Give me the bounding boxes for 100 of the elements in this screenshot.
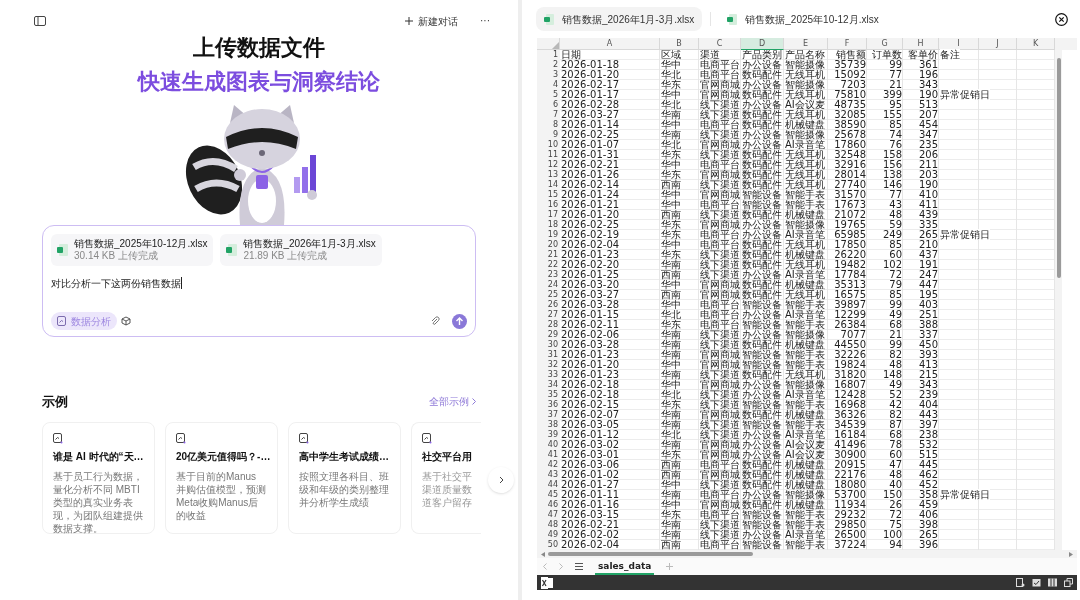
previous-sheet-icon[interactable] <box>543 563 547 570</box>
row-number[interactable]: 8 <box>537 120 560 130</box>
send-button[interactable] <box>452 313 467 329</box>
row-number[interactable]: 30 <box>537 340 560 350</box>
document-icon[interactable] <box>1016 578 1025 587</box>
row-number[interactable]: 9 <box>537 130 560 140</box>
table-cell: 无线耳机 <box>785 110 825 120</box>
column-header[interactable]: H <box>903 38 939 50</box>
table-cell: 无线耳机 <box>785 260 825 270</box>
row-number[interactable]: 48 <box>537 520 560 530</box>
row-number[interactable]: 37 <box>537 410 560 420</box>
row-number[interactable]: 18 <box>537 220 560 230</box>
row-number[interactable]: 40 <box>537 440 560 450</box>
row-number[interactable]: 32 <box>537 360 560 370</box>
column-header[interactable]: G <box>867 38 903 50</box>
clipboard-check-icon[interactable] <box>1032 578 1041 587</box>
close-icon[interactable] <box>1055 12 1068 26</box>
row-number[interactable]: 1 <box>537 50 560 60</box>
row-number[interactable]: 14 <box>537 180 560 190</box>
row-number[interactable]: 19 <box>537 230 560 240</box>
new-chat-button[interactable]: 新建对话 <box>405 13 458 29</box>
row-number[interactable]: 7 <box>537 110 560 120</box>
row-number[interactable]: 25 <box>537 290 560 300</box>
row-number[interactable]: 34 <box>537 380 560 390</box>
column-header[interactable]: E <box>784 38 828 50</box>
example-card[interactable]: 谁是 AI 时代的“天… 基于员工行为数据，量化分析不同 MBTI 类型的真实业务表现，为团队组建提供数据支撑。 <box>42 421 155 534</box>
column-header[interactable]: B <box>660 38 699 50</box>
row-number[interactable]: 43 <box>537 470 560 480</box>
row-number[interactable]: 22 <box>537 260 560 270</box>
row-number[interactable]: 47 <box>537 510 560 520</box>
file-chip[interactable]: 销售数据_2026年1月-3月.xlsx 21.89 KB 上传完成 <box>220 234 382 266</box>
row-number[interactable]: 11 <box>537 150 560 160</box>
example-card[interactable]: 20亿美元值得吗？-… 基于目前的Manus 并购估值模型，预测Meta收购Manus后的收益 <box>165 421 278 534</box>
columns-icon[interactable] <box>1048 578 1057 587</box>
menu-icon[interactable] <box>575 563 583 570</box>
row-number[interactable]: 4 <box>537 80 560 90</box>
table-cell: AI录音笔 <box>785 430 825 440</box>
paperclip-icon[interactable] <box>430 316 440 326</box>
row-number[interactable]: 27 <box>537 310 560 320</box>
row-number[interactable]: 50 <box>537 540 560 550</box>
row-number[interactable]: 33 <box>537 370 560 380</box>
row-number[interactable]: 6 <box>537 100 560 110</box>
row-number[interactable]: 10 <box>537 140 560 150</box>
file-tab[interactable]: 销售数据_2026年1月-3月.xlsx <box>536 7 703 31</box>
row-number[interactable]: 2 <box>537 60 560 70</box>
column-header[interactable]: A <box>560 38 660 50</box>
table-cell: 2026-02-21 <box>561 520 620 530</box>
table-cell: 官网商城 <box>700 280 740 290</box>
restore-window-icon[interactable] <box>1064 578 1073 587</box>
table-cell: 398 <box>918 520 938 530</box>
row-number[interactable]: 49 <box>537 530 560 540</box>
row-number[interactable]: 15 <box>537 190 560 200</box>
column-header[interactable]: D <box>741 38 784 50</box>
row-number[interactable]: 16 <box>537 200 560 210</box>
table-cell: 60 <box>889 450 902 460</box>
row-number[interactable]: 36 <box>537 400 560 410</box>
table-cell: 无线耳机 <box>785 70 825 80</box>
row-number[interactable]: 42 <box>537 460 560 470</box>
next-sheet-icon[interactable] <box>559 563 563 570</box>
table-cell: 华南 <box>661 130 681 140</box>
row-number[interactable]: 20 <box>537 240 560 250</box>
table-cell: 7077 <box>840 330 866 340</box>
scroll-left-icon[interactable] <box>541 551 545 557</box>
horizontal-scrollbar[interactable] <box>548 552 753 556</box>
row-number[interactable]: 13 <box>537 170 560 180</box>
row-number[interactable]: 17 <box>537 210 560 220</box>
row-number[interactable]: 26 <box>537 300 560 310</box>
row-number[interactable]: 38 <box>537 420 560 430</box>
column-header[interactable]: F <box>828 38 867 50</box>
table-cell: AI录音笔 <box>785 310 825 320</box>
add-sheet-icon[interactable] <box>666 563 674 570</box>
row-number[interactable]: 31 <box>537 350 560 360</box>
row-number[interactable]: 21 <box>537 250 560 260</box>
row-number[interactable]: 35 <box>537 390 560 400</box>
row-number[interactable]: 12 <box>537 160 560 170</box>
row-number[interactable]: 41 <box>537 450 560 460</box>
file-chip[interactable]: 销售数据_2025年10-12月.xlsx 30.14 KB 上传完成 <box>51 234 214 266</box>
row-number[interactable]: 39 <box>537 430 560 440</box>
row-number[interactable]: 46 <box>537 500 560 510</box>
example-card[interactable]: 高中学生考试成绩… 按照文理各科目、班级和年级的类别整理并分析学生成绩 <box>288 421 401 534</box>
row-number[interactable]: 29 <box>537 330 560 340</box>
all-examples-link[interactable]: 全部示例 <box>429 394 476 410</box>
row-number[interactable]: 44 <box>537 480 560 490</box>
row-number[interactable]: 3 <box>537 70 560 80</box>
row-number[interactable]: 24 <box>537 280 560 290</box>
table-cell: 华中 <box>661 280 681 290</box>
spreadsheet-file-icon <box>544 13 554 25</box>
file-name: 销售数据_2025年10-12月.xlsx <box>74 238 208 250</box>
example-card[interactable]: 社交平台用 基于社交平 渠道质量数 道客户留存 <box>411 421 481 534</box>
column-header[interactable]: J <box>979 38 1017 50</box>
table-cell: 官网商城 <box>700 290 740 300</box>
cube-icon[interactable] <box>121 316 131 326</box>
more-button[interactable]: ··· <box>480 16 490 26</box>
row-number[interactable]: 23 <box>537 270 560 280</box>
sidebar-toggle-icon[interactable] <box>34 16 46 26</box>
vertical-scrollbar[interactable] <box>1056 58 1061 278</box>
row-number[interactable]: 28 <box>537 320 560 330</box>
row-number[interactable]: 5 <box>537 90 560 100</box>
scroll-right-icon[interactable] <box>1069 551 1073 557</box>
row-number[interactable]: 45 <box>537 490 560 500</box>
